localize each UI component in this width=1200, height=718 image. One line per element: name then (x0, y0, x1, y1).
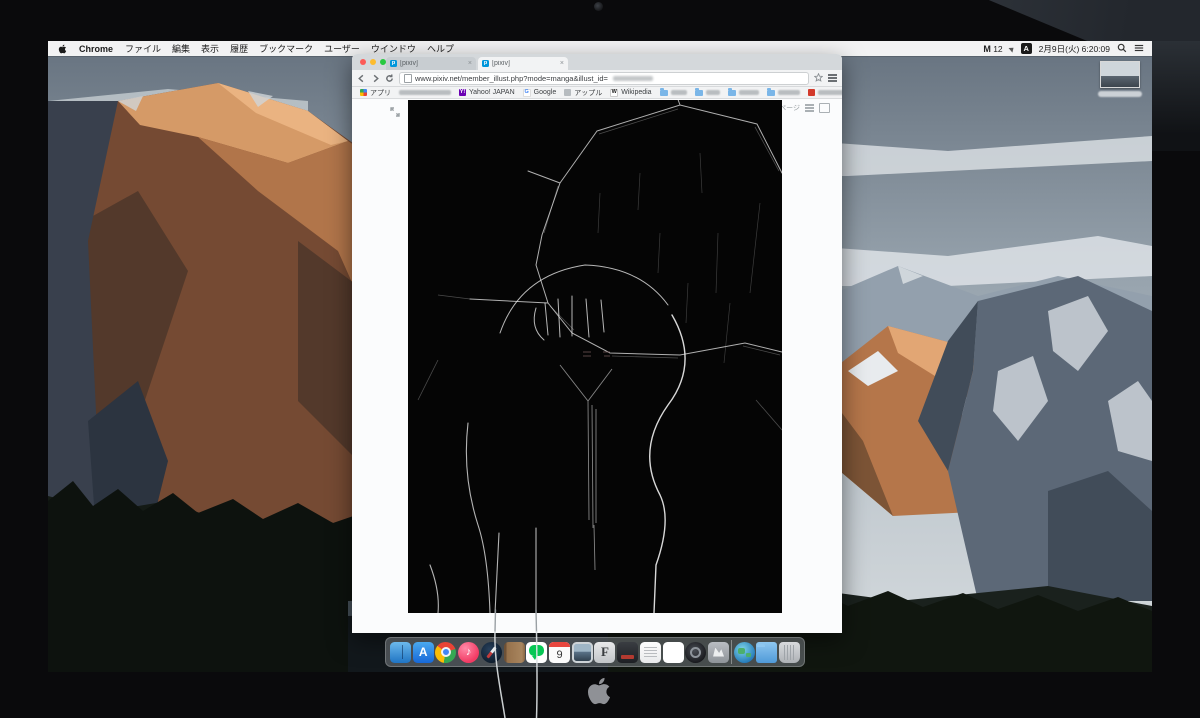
menu-history[interactable]: 履歴 (230, 42, 248, 55)
red-site-icon (808, 89, 815, 96)
status-m-item[interactable]: M 12 (983, 44, 1002, 54)
tab-title: [pixiv] (492, 60, 557, 67)
imac-display: Chrome ファイル 編集 表示 履歴 ブックマーク ユーザー ウインドウ ヘ… (0, 0, 1200, 718)
menu-clock[interactable]: 2月9日(火) 6:20:09 (1039, 43, 1110, 55)
dock-icon-network-drive[interactable] (734, 642, 755, 663)
apple-menu-icon[interactable] (58, 44, 67, 54)
page-icon (404, 74, 412, 83)
folder-icon (767, 90, 775, 96)
notification-center-icon[interactable] (1134, 43, 1144, 55)
dock-icon-downloads-folder[interactable] (756, 642, 777, 663)
dock-icon-notebook[interactable] (504, 642, 525, 663)
wikipedia-icon: W (610, 89, 618, 97)
chrome-window: p [pixiv] × p [pixiv] × (352, 54, 842, 632)
list-icon[interactable] (805, 104, 814, 112)
tab-1[interactable]: p [pixiv] × (386, 57, 476, 70)
google-icon: G (523, 89, 531, 97)
dock-icon-dark-app[interactable] (617, 642, 638, 663)
apps-grid-icon (360, 89, 367, 96)
menu-view[interactable]: 表示 (201, 42, 219, 55)
dock-icon-line[interactable] (526, 642, 547, 663)
pixiv-page-content: 1/1ページ (352, 99, 842, 633)
menu-edit[interactable]: 編集 (172, 42, 190, 55)
tab-close-icon[interactable]: × (560, 60, 564, 67)
zoom-window-button[interactable] (380, 59, 386, 65)
apple-logo (586, 676, 612, 706)
expand-icon[interactable] (390, 104, 400, 114)
tab-close-icon[interactable]: × (468, 60, 472, 67)
bookmark-apple[interactable]: アップル (564, 88, 602, 98)
bookmark-google[interactable]: G Google (523, 89, 557, 97)
desktop-file-icon[interactable] (1096, 61, 1144, 97)
file-label-blurred (1098, 91, 1142, 97)
bookmark-red-site[interactable] (808, 89, 842, 96)
address-bar[interactable]: www.pixiv.net/member_illust.php?mode=man… (399, 72, 809, 85)
menu-app-name[interactable]: Chrome (79, 44, 113, 54)
dock-icon-textedit[interactable] (640, 642, 661, 663)
dock-icon-lens-app[interactable] (685, 642, 706, 663)
menu-users[interactable]: ユーザー (324, 42, 360, 55)
window-controls (360, 59, 386, 65)
input-method-icon[interactable]: A (1021, 43, 1032, 54)
menu-bookmarks[interactable]: ブックマーク (259, 42, 313, 55)
dock-icon-trash[interactable] (779, 642, 800, 663)
folder-icon (660, 90, 668, 96)
dock-icon-finder[interactable] (390, 642, 411, 663)
dock-icon-chrome[interactable] (435, 642, 456, 663)
url-id-redacted (613, 76, 653, 81)
bookmark-folder-3[interactable] (728, 90, 759, 96)
url-text: www.pixiv.net/member_illust.php?mode=man… (415, 74, 608, 83)
bezel-reflection-right (1152, 41, 1200, 151)
dock-icon-gray-app[interactable] (708, 642, 729, 663)
tab-title: [pixiv] (400, 60, 465, 67)
dock-icon-compass-browser[interactable] (481, 642, 502, 663)
folder-icon (728, 90, 736, 96)
thumbnail-icon[interactable] (819, 103, 830, 113)
blurred-label (399, 90, 451, 95)
bookmark-yahoo[interactable]: Y! Yahoo! JAPAN (459, 89, 515, 96)
bezel-reflection (960, 0, 1200, 43)
dock-icon-itunes[interactable] (458, 642, 479, 663)
minimize-window-button[interactable] (370, 59, 376, 65)
dock-divider (731, 640, 732, 664)
bookmark-blurred[interactable] (399, 90, 451, 95)
dock: 9 (385, 637, 805, 667)
tab-2-active[interactable]: p [pixiv] × (478, 57, 568, 70)
spotlight-search-icon[interactable] (1117, 43, 1127, 55)
status-arrow-icon[interactable] (1008, 45, 1015, 52)
dock-icon-calendar[interactable]: 9 (549, 642, 570, 663)
file-thumbnail (1100, 61, 1140, 88)
chrome-menu-icon[interactable] (828, 74, 837, 82)
bookmark-folder-2[interactable] (695, 90, 720, 96)
dock-icon-app-store[interactable] (413, 642, 434, 663)
folder-icon (695, 90, 703, 96)
yahoo-icon: Y! (459, 89, 466, 96)
calendar-day: 9 (549, 647, 570, 663)
desktop-screen: Chrome ファイル 編集 表示 履歴 ブックマーク ユーザー ウインドウ ヘ… (48, 41, 1152, 672)
reload-button[interactable] (385, 74, 394, 83)
back-button[interactable] (357, 74, 366, 83)
manga-artwork-image[interactable] (408, 100, 782, 613)
bookmark-wikipedia[interactable]: W Wikipedia (610, 89, 651, 97)
menu-file[interactable]: ファイル (125, 42, 161, 55)
dock-icon-preview[interactable] (572, 642, 593, 663)
dock-icon-photos[interactable] (663, 642, 684, 663)
dock-icon-f-app[interactable] (594, 642, 615, 663)
browser-toolbar: www.pixiv.net/member_illust.php?mode=man… (352, 70, 842, 87)
facetime-camera-dot (594, 2, 603, 11)
tab-strip: p [pixiv] × p [pixiv] × (352, 54, 842, 70)
forward-button[interactable] (371, 74, 380, 83)
close-window-button[interactable] (360, 59, 366, 65)
bookmark-apps[interactable]: アプリ (360, 88, 391, 98)
pixiv-favicon: p (482, 60, 489, 67)
bookmark-star-icon[interactable] (814, 69, 823, 87)
bookmarks-bar: アプリ Y! Yahoo! JAPAN G Google アップル W Wiki… (352, 87, 842, 99)
pixiv-favicon: p (390, 60, 397, 67)
bookmark-folder-4[interactable] (767, 90, 800, 96)
apple-site-icon (564, 89, 571, 96)
bookmark-folder-1[interactable] (660, 90, 687, 96)
